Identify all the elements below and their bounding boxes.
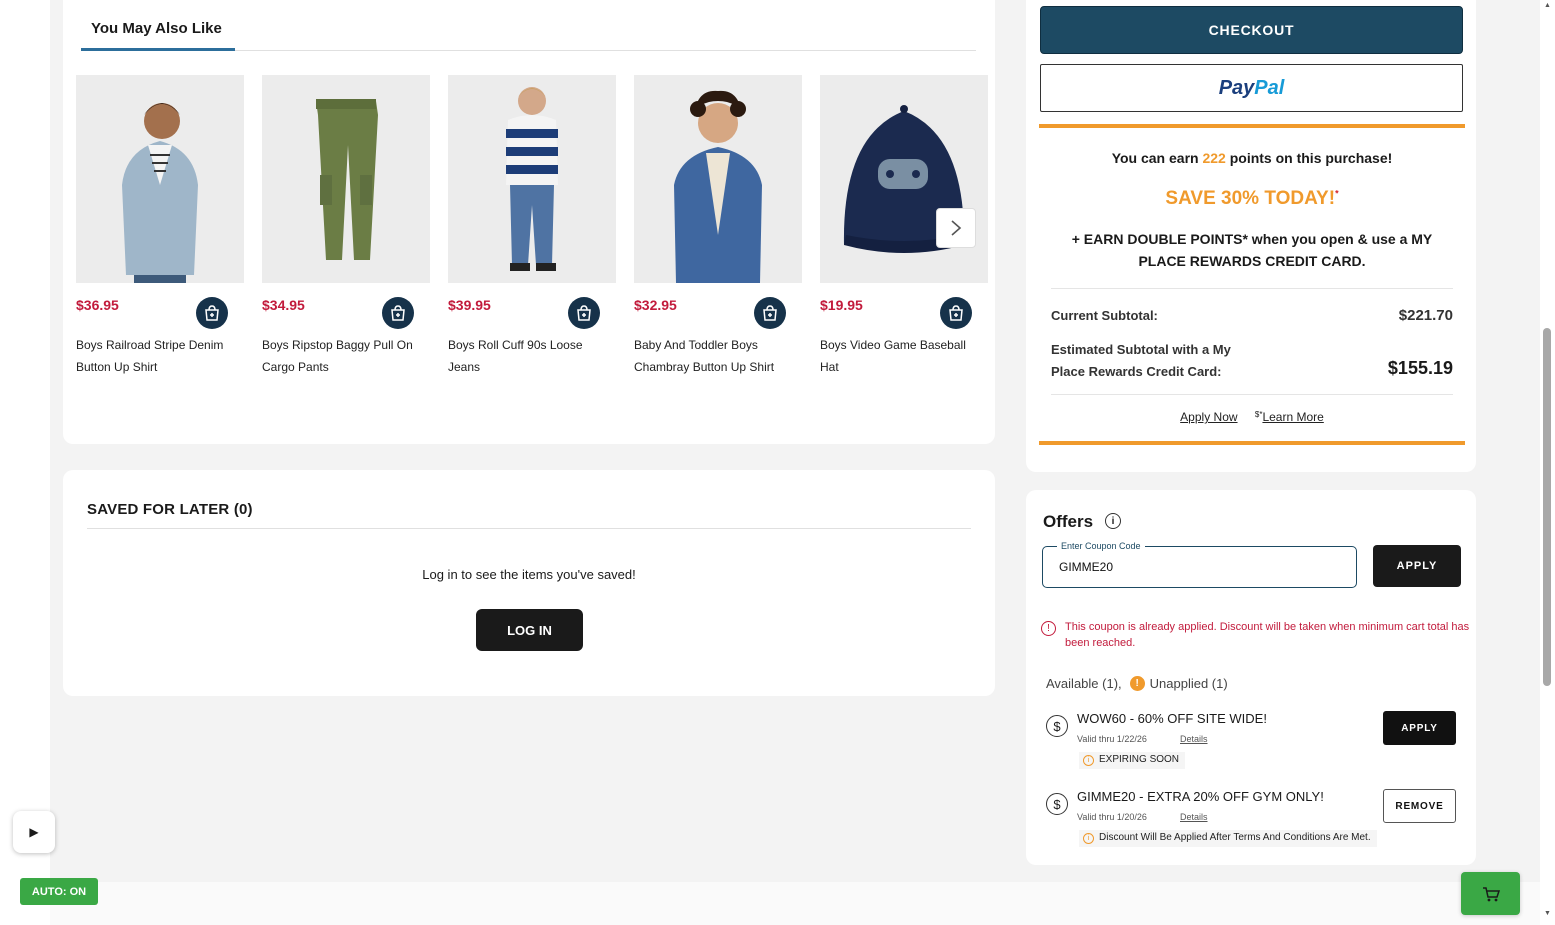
scroll-up-icon[interactable]: ▲: [1544, 2, 1551, 9]
apply-now-link[interactable]: Apply Now: [1180, 410, 1237, 424]
current-subtotal-label: Current Subtotal:: [1051, 308, 1158, 323]
offers-title: Offers: [1043, 512, 1094, 531]
available-count[interactable]: Available (1),: [1046, 676, 1122, 691]
coupon-field[interactable]: Enter Coupon Code: [1042, 541, 1357, 588]
error-icon: !: [1041, 621, 1056, 636]
shopping-bag-plus-icon: [391, 305, 405, 321]
add-to-bag-button[interactable]: [196, 297, 228, 329]
shopping-bag-plus-icon: [949, 305, 963, 321]
product-card[interactable]: $19.95 Boys Video Game Baseball Hat: [820, 75, 988, 374]
product-price: $39.95: [448, 297, 491, 313]
product-image[interactable]: [820, 75, 988, 283]
you-may-also-like-panel: You May Also Like $36.95 Boys Railroad S…: [63, 0, 995, 444]
checkout-button[interactable]: CHECKOUT: [1040, 6, 1463, 54]
points-value: 222: [1202, 150, 1226, 166]
product-card[interactable]: $39.95 Boys Roll Cuff 90s Loose Jeans: [448, 75, 616, 374]
shopping-bag-plus-icon: [205, 305, 219, 321]
login-button[interactable]: LOG IN: [476, 609, 583, 651]
paypal-logo-pal: Pal: [1254, 76, 1285, 99]
save-today-text: SAVE 30% TODAY!*: [1165, 188, 1339, 209]
scroll-down-icon[interactable]: ▼: [1544, 910, 1551, 917]
product-card[interactable]: $32.95 Baby And Toddler Boys Chambray Bu…: [634, 75, 802, 374]
product-name[interactable]: Boys Railroad Stripe Denim Button Up Shi…: [76, 334, 236, 378]
cart-icon: [1482, 886, 1500, 901]
paypal-button[interactable]: Pay Pal: [1040, 64, 1463, 112]
product-card[interactable]: $34.95 Boys Ripstop Baggy Pull On Cargo …: [262, 75, 430, 374]
remove-offer-button[interactable]: REMOVE: [1383, 789, 1456, 823]
learn-more-link[interactable]: Learn More: [1262, 410, 1323, 424]
chevron-right-icon: [951, 220, 962, 236]
add-to-bag-button[interactable]: [754, 297, 786, 329]
coupon-label: Enter Coupon Code: [1057, 541, 1145, 551]
product-name[interactable]: Baby And Toddler Boys Chambray Button Up…: [634, 334, 794, 378]
product-price: $19.95: [820, 297, 863, 313]
current-subtotal-value: $221.70: [1398, 307, 1453, 324]
dollar-coin-icon: $: [1046, 793, 1068, 815]
order-summary-panel: CHECKOUT Pay Pal You can earn 222 points …: [1026, 0, 1476, 472]
info-icon[interactable]: i: [1105, 513, 1121, 529]
product-image[interactable]: [76, 75, 244, 283]
offer-name: GIMME20 - EXTRA 20% OFF GYM ONLY!: [1077, 789, 1324, 804]
saved-login-message: Log in to see the items you've saved!: [422, 567, 636, 582]
left-gutter: [0, 0, 50, 925]
offers-panel: Offers i Enter Coupon Code APPLY ! This …: [1026, 490, 1476, 865]
estimated-subtotal-label: Estimated Subtotal with a My Place Rewar…: [1051, 342, 1231, 379]
offers-filter: Available (1), ! Unapplied (1): [1046, 676, 1228, 691]
product-price: $36.95: [76, 297, 119, 313]
offer-details-link[interactable]: Details: [1180, 734, 1208, 744]
shopping-bag-plus-icon: [577, 305, 591, 321]
product-price: $32.95: [634, 297, 677, 313]
recommendation-tabs: You May Also Like: [81, 0, 976, 51]
dollar-coin-icon: $: [1046, 715, 1068, 737]
product-name[interactable]: Boys Ripstop Baggy Pull On Cargo Pants: [262, 334, 422, 378]
play-icon: ▶: [29, 825, 39, 839]
double-points-text: + EARN DOUBLE POINTS* when you open & us…: [1071, 231, 1433, 269]
current-subtotal-row: Current Subtotal: $221.70: [1051, 305, 1453, 327]
carousel-next-button[interactable]: [936, 208, 976, 248]
paypal-logo-pay: Pay: [1218, 76, 1255, 99]
product-card[interactable]: $36.95 Boys Railroad Stripe Denim Button…: [76, 75, 244, 374]
footer-strip: [50, 882, 1540, 925]
product-image[interactable]: [262, 75, 430, 283]
saved-for-later-title: SAVED FOR LATER (0): [87, 501, 253, 518]
scrollbar-thumb[interactable]: [1543, 328, 1551, 686]
add-to-bag-button[interactable]: [568, 297, 600, 329]
rewards-links: Apply Now $*Learn More: [1180, 410, 1324, 424]
info-icon: i: [1083, 833, 1094, 844]
info-icon: i: [1083, 755, 1094, 766]
add-to-bag-button[interactable]: [940, 297, 972, 329]
product-name[interactable]: Boys Roll Cuff 90s Loose Jeans: [448, 334, 608, 378]
offer-note: i EXPIRING SOON: [1079, 752, 1186, 769]
product-price: $34.95: [262, 297, 305, 313]
offer-note: i Discount Will Be Applied After Terms An…: [1079, 830, 1377, 847]
offer-name: WOW60 - 60% OFF SITE WIDE!: [1077, 711, 1267, 726]
offer-valid-date: Valid thru 1/20/26: [1077, 812, 1147, 822]
offer-valid-date: Valid thru 1/22/26: [1077, 734, 1147, 744]
apply-offer-button[interactable]: APPLY: [1383, 711, 1456, 745]
apply-coupon-button[interactable]: APPLY: [1373, 545, 1461, 587]
estimated-subtotal-value: $155.19: [1387, 358, 1453, 378]
product-image[interactable]: [634, 75, 802, 283]
coupon-error-message: This coupon is already applied. Discount…: [1065, 621, 1470, 649]
earn-points-text: You can earn 222 points on this purchase…: [1111, 150, 1393, 166]
coupon-input[interactable]: [1059, 560, 1339, 574]
product-image[interactable]: [448, 75, 616, 283]
tab-you-may-also-like[interactable]: You May Also Like: [81, 0, 235, 51]
divider: [87, 528, 971, 529]
rewards-promo: You can earn 222 points on this purchase…: [1039, 124, 1465, 445]
unapplied-count[interactable]: Unapplied (1): [1150, 676, 1228, 691]
cart-button[interactable]: [1461, 872, 1520, 915]
warning-icon: !: [1129, 676, 1145, 691]
divider: [1051, 394, 1453, 395]
shopping-bag-plus-icon: [763, 305, 777, 321]
product-name[interactable]: Boys Video Game Baseball Hat: [820, 334, 980, 378]
add-to-bag-button[interactable]: [382, 297, 414, 329]
divider: [1051, 288, 1453, 289]
offer-details-link[interactable]: Details: [1180, 812, 1208, 822]
auto-toggle[interactable]: AUTO: ON: [20, 878, 98, 905]
saved-for-later-panel: SAVED FOR LATER (0) Log in to see the it…: [63, 470, 995, 696]
play-button[interactable]: ▶: [13, 811, 55, 853]
